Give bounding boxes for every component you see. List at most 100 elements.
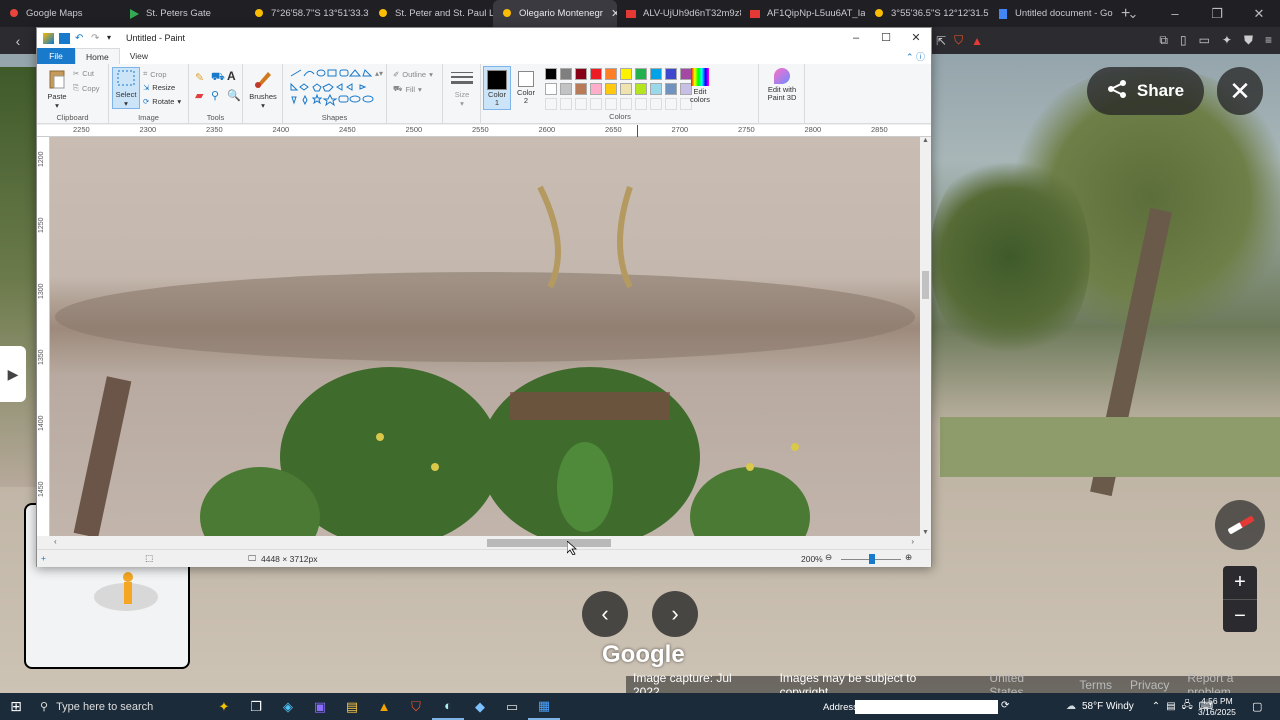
save-icon[interactable] xyxy=(59,32,70,44)
palette-color-swatch[interactable] xyxy=(545,83,557,95)
palette-color-swatch[interactable] xyxy=(560,83,572,95)
cut-button[interactable]: ✂ Cut xyxy=(73,69,94,78)
refresh-icon[interactable]: ⟳ xyxy=(1001,700,1009,711)
terms-link[interactable]: Terms xyxy=(1079,678,1112,692)
crop-button[interactable]: ⌗ Crop xyxy=(143,69,167,79)
browser-tab[interactable]: Google Maps xyxy=(0,0,120,27)
color1-button[interactable]: Color 1 xyxy=(483,66,511,110)
scroll-up-icon[interactable]: ▲ xyxy=(920,137,931,144)
window-taskbar-icon[interactable]: ▭ xyxy=(496,693,528,720)
copy-button[interactable]: ⎘ Copy xyxy=(73,83,100,93)
palette-color-swatch[interactable] xyxy=(620,83,632,95)
undo-icon[interactable]: ↶ xyxy=(75,33,86,44)
custom-color-slot[interactable] xyxy=(605,98,617,110)
custom-color-slot[interactable] xyxy=(590,98,602,110)
zoom-out-button[interactable]: − xyxy=(1223,600,1257,633)
custom-color-slot[interactable] xyxy=(620,98,632,110)
task-view-icon[interactable]: ❐ xyxy=(240,693,272,720)
redo-icon[interactable]: ↷ xyxy=(91,33,102,44)
paint-close-icon[interactable]: ✕ xyxy=(901,28,931,48)
shapes-scroll-icon[interactable]: ▴▾ xyxy=(375,69,383,78)
brave-browser-icon[interactable]: ⛉ xyxy=(400,693,432,720)
brushes-button[interactable]: Brushes ▾ xyxy=(247,68,279,110)
paint-canvas[interactable] xyxy=(50,137,920,536)
menu-icon[interactable]: ≡ xyxy=(1265,33,1272,48)
zoom-slider-thumb[interactable] xyxy=(869,554,875,564)
vertical-scrollbar[interactable]: ▲ ▼ xyxy=(920,137,931,536)
palette-color-swatch[interactable] xyxy=(590,68,602,80)
scroll-left-icon[interactable]: ‹ xyxy=(54,537,57,546)
paste-button[interactable]: Paste ▾ xyxy=(43,68,71,110)
chevron-up-icon[interactable]: ⌃ xyxy=(1152,701,1160,712)
close-window-icon[interactable]: ✕ xyxy=(1238,6,1280,22)
share-page-icon[interactable]: ⇱ xyxy=(936,34,946,48)
close-street-view-button[interactable]: ✕ xyxy=(1217,67,1263,115)
start-button[interactable]: ⊞ xyxy=(0,698,32,715)
palette-color-swatch[interactable] xyxy=(620,68,632,80)
expand-panel-button[interactable]: ▶ xyxy=(0,346,26,402)
paint-taskbar-icon[interactable]: ◐ xyxy=(432,693,464,720)
browser-tab[interactable]: St. Peters Gate xyxy=(120,0,245,27)
color-picker-icon[interactable]: ⚲ xyxy=(211,89,219,102)
snip-taskbar-icon[interactable]: ▦ xyxy=(528,693,560,720)
compass-button[interactable] xyxy=(1215,500,1265,550)
fill-button[interactable]: ⛟ Fill ▾ xyxy=(393,84,422,94)
magnifier-icon[interactable]: 🔍 xyxy=(227,89,241,102)
palette-color-swatch[interactable] xyxy=(665,83,677,95)
rotate-button[interactable]: ⟳ Rotate ▾ xyxy=(143,97,181,106)
taskbar-search[interactable]: ⚲ Type here to search xyxy=(32,693,208,720)
palette-color-swatch[interactable] xyxy=(575,83,587,95)
app-taskbar-icon[interactable]: ◆ xyxy=(464,693,496,720)
browser-tab[interactable]: 7°26'58.7"S 13°51'33.3"W xyxy=(245,0,369,27)
browser-tab-active[interactable]: Olegario Montenegr ✕ xyxy=(493,0,617,27)
tab-view[interactable]: View xyxy=(120,48,158,64)
fill-bucket-icon[interactable]: ⛟ xyxy=(211,71,225,85)
edit-colors-button[interactable]: Edit colors xyxy=(685,68,715,104)
vpn-icon[interactable]: ⛊ xyxy=(1244,33,1253,48)
app-tray-icon[interactable]: ▤ xyxy=(1166,701,1175,712)
back-icon[interactable]: ‹ xyxy=(0,27,36,54)
wallet-icon[interactable]: ▭ xyxy=(1199,33,1210,48)
file-menu[interactable]: File xyxy=(37,48,75,64)
horizontal-scroll-thumb[interactable] xyxy=(487,539,611,547)
taskbar-clock[interactable]: 4:56 PM 3/16/2025 xyxy=(1198,696,1236,718)
palette-color-swatch[interactable] xyxy=(635,68,647,80)
browser-tab[interactable]: 3°55'36.5"S 12°12'31.5"W xyxy=(865,0,989,27)
palette-color-swatch[interactable] xyxy=(650,83,662,95)
custom-color-slot[interactable] xyxy=(635,98,647,110)
browser-tab[interactable]: Untitled document - Goo xyxy=(989,0,1113,27)
size-button[interactable]: Size ▾ xyxy=(447,70,477,108)
brave-shield-icon[interactable]: ⛉ xyxy=(954,33,963,48)
weather-text[interactable]: 58°F Windy xyxy=(1082,701,1134,712)
customize-toolbar-icon[interactable]: ▾ xyxy=(107,33,118,44)
previous-arrow-button[interactable]: ‹ xyxy=(582,591,628,637)
palette-color-swatch[interactable] xyxy=(650,68,662,80)
copilot-sparkle-icon[interactable]: ✦ xyxy=(208,693,240,720)
vlc-icon[interactable]: ▲ xyxy=(368,693,400,720)
paint-maximize-icon[interactable]: ☐ xyxy=(871,28,901,48)
pencil-icon[interactable]: ✎ xyxy=(195,71,204,84)
select-button[interactable]: Select ▾ xyxy=(112,67,140,109)
browser-tab[interactable]: St. Peter and St. Paul Ligh xyxy=(369,0,493,27)
leo-icon[interactable]: ✦ xyxy=(1222,33,1232,48)
horizontal-scrollbar[interactable]: ‹ › xyxy=(50,536,920,549)
palette-color-swatch[interactable] xyxy=(560,68,572,80)
extensions-icon[interactable]: ⧉ xyxy=(1159,33,1168,48)
sidebar-icon[interactable]: ▯ xyxy=(1180,33,1187,48)
share-button[interactable]: Share xyxy=(1087,67,1204,115)
address-input[interactable] xyxy=(855,700,998,714)
browser-tab[interactable]: ALV-UjUh9d6nT32m9z85 xyxy=(617,0,741,27)
zoom-in-button[interactable]: + xyxy=(1223,566,1257,599)
edit-with-paint3d-button[interactable]: Edit with Paint 3D xyxy=(761,68,803,102)
custom-color-slot[interactable] xyxy=(545,98,557,110)
tab-home[interactable]: Home xyxy=(75,48,120,64)
palette-color-swatch[interactable] xyxy=(665,68,677,80)
copilot-icon[interactable]: ◈ xyxy=(272,693,304,720)
custom-color-slot[interactable] xyxy=(650,98,662,110)
minimize-icon[interactable]: – xyxy=(1154,6,1196,21)
eraser-icon[interactable]: ▰ xyxy=(195,89,203,102)
palette-color-swatch[interactable] xyxy=(575,68,587,80)
paint-minimize-icon[interactable]: – xyxy=(841,28,871,48)
text-tool-icon[interactable]: A xyxy=(227,69,236,83)
outline-button[interactable]: ✐ Outline ▾ xyxy=(393,70,433,79)
